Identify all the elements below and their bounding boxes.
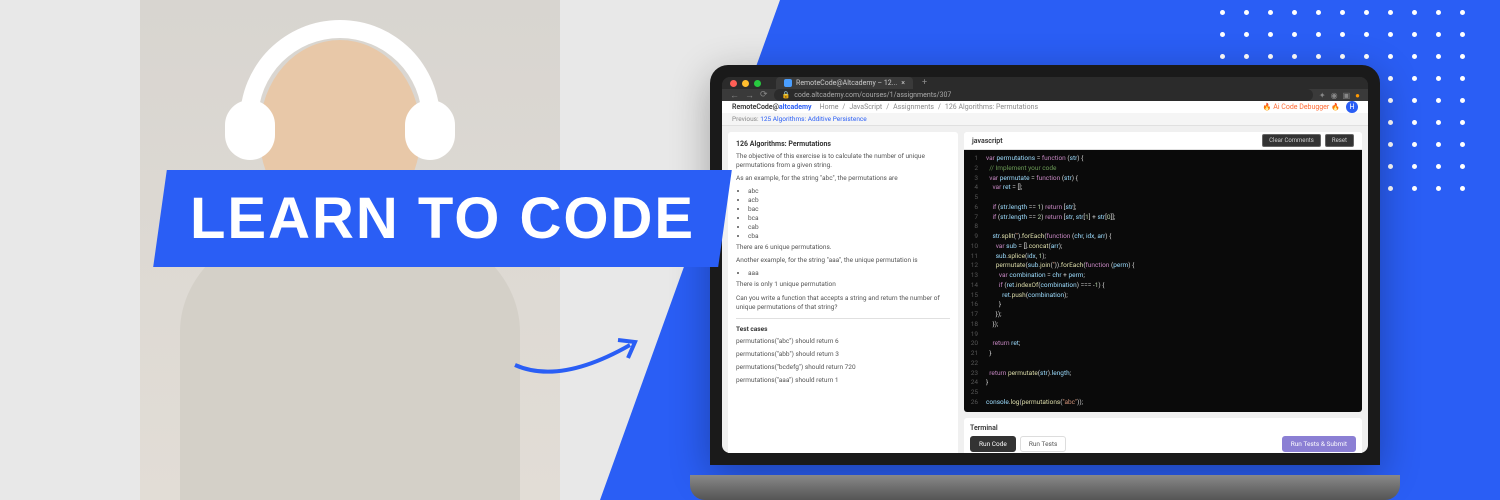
lock-icon: 🔒	[782, 91, 791, 99]
ai-debugger-button[interactable]: 🔥 Ai Code Debugger 🔥	[1263, 103, 1340, 111]
problem-question: Can you write a function that accepts a …	[736, 294, 950, 312]
breadcrumb-item[interactable]: 126 Algorithms: Permutations	[945, 103, 1038, 111]
run-tests-button[interactable]: Run Tests	[1020, 436, 1067, 452]
test-cases-title: Test cases	[736, 325, 950, 333]
problem-example: As an example, for the string "abc", the…	[736, 174, 950, 183]
previous-link-bar: Previous: 125 Algorithms: Additive Persi…	[722, 113, 1368, 126]
extension-icon[interactable]: ◉	[1331, 91, 1338, 100]
laptop-base	[690, 475, 1400, 500]
problem-title: 126 Algorithms: Permutations	[736, 140, 950, 148]
address-bar[interactable]: 🔒 code.altcademy.com/courses/1/assignmen…	[774, 89, 1313, 101]
list-item: bca	[748, 214, 950, 222]
breadcrumb-item[interactable]: JavaScript	[849, 103, 882, 111]
list-item: cba	[748, 232, 950, 240]
minimize-icon[interactable]	[742, 80, 749, 87]
run-code-button[interactable]: Run Code	[970, 436, 1016, 452]
problem-example2: Another example, for the string "aaa", t…	[736, 256, 950, 265]
list-item: cab	[748, 223, 950, 231]
problem-note: There are 6 unique permutations.	[736, 243, 950, 252]
list-item: acb	[748, 196, 950, 204]
arrow-illustration	[510, 330, 650, 390]
terminal-title: Terminal	[970, 424, 1356, 432]
window-controls[interactable]	[730, 80, 761, 87]
list-item: bac	[748, 205, 950, 213]
problem-objective: The objective of this exercise is to cal…	[736, 152, 950, 170]
app-logo[interactable]: RemoteCode@altcademy	[732, 103, 812, 111]
hero-text: LEARN TO CODE	[190, 185, 695, 252]
submit-button[interactable]: Run Tests & Submit	[1282, 436, 1356, 452]
problem-note2: There is only 1 unique permutation	[736, 280, 950, 289]
code-editor-panel: javascript Clear Comments Reset 1var per…	[964, 132, 1362, 412]
test-case: permutations("abb") should return 3	[736, 350, 950, 359]
maximize-icon[interactable]	[754, 80, 761, 87]
terminal-panel: Terminal Run Code Run Tests Run Tests & …	[964, 418, 1362, 454]
clear-comments-button[interactable]: Clear Comments	[1262, 134, 1321, 147]
back-icon[interactable]: ←	[730, 90, 739, 101]
laptop-mockup: RemoteCode@Altcademy – 12... × + ← → ⟳ 🔒…	[710, 65, 1400, 495]
previous-link[interactable]: 125 Algorithms: Additive Persistence	[760, 115, 867, 123]
browser-tabs: RemoteCode@Altcademy – 12... × +	[722, 77, 1368, 89]
close-icon[interactable]	[730, 80, 737, 87]
test-case: permutations("aaa") should return 1	[736, 376, 950, 385]
problem-panel: 126 Algorithms: Permutations The objecti…	[728, 132, 958, 453]
hero-banner: LEARN TO CODE	[153, 170, 732, 267]
tab-title: RemoteCode@Altcademy – 12...	[796, 79, 897, 87]
profile-icon[interactable]: ●	[1355, 91, 1360, 100]
test-case: permutations("abc") should return 6	[736, 337, 950, 346]
language-label: javascript	[972, 137, 1003, 145]
reset-button[interactable]: Reset	[1325, 134, 1354, 147]
browser-window: RemoteCode@Altcademy – 12... × + ← → ⟳ 🔒…	[722, 77, 1368, 453]
avatar[interactable]: H	[1346, 101, 1358, 113]
forward-icon[interactable]: →	[745, 90, 754, 101]
test-case: permutations("bcdefg") should return 720	[736, 363, 950, 372]
favicon-icon	[784, 79, 792, 87]
list-item: aaa	[748, 269, 950, 277]
app-header: RemoteCode@altcademy Home / JavaScript /…	[722, 101, 1368, 113]
flame-icon: 🔥	[1263, 103, 1272, 111]
new-tab-icon[interactable]: +	[922, 78, 927, 88]
breadcrumb-item[interactable]: Assignments	[893, 103, 934, 111]
breadcrumb-item[interactable]: Home	[820, 103, 839, 111]
url-bar: ← → ⟳ 🔒 code.altcademy.com/courses/1/ass…	[722, 89, 1368, 101]
extension-icon[interactable]: ✦	[1319, 91, 1326, 100]
permutation-list: aaa	[748, 269, 950, 277]
extension-icon[interactable]: ▣	[1343, 91, 1351, 100]
url-text: code.altcademy.com/courses/1/assignments…	[794, 91, 951, 99]
code-editor[interactable]: 1var permutations = function (str) {2 //…	[964, 150, 1362, 412]
flame-icon: 🔥	[1331, 103, 1340, 111]
browser-tab[interactable]: RemoteCode@Altcademy – 12... ×	[776, 77, 913, 89]
tab-close-icon[interactable]: ×	[901, 79, 905, 87]
breadcrumb: Home / JavaScript / Assignments / 126 Al…	[820, 103, 1038, 111]
permutation-list: abcacbbacbcacabcba	[748, 187, 950, 240]
reload-icon[interactable]: ⟳	[760, 90, 768, 101]
list-item: abc	[748, 187, 950, 195]
